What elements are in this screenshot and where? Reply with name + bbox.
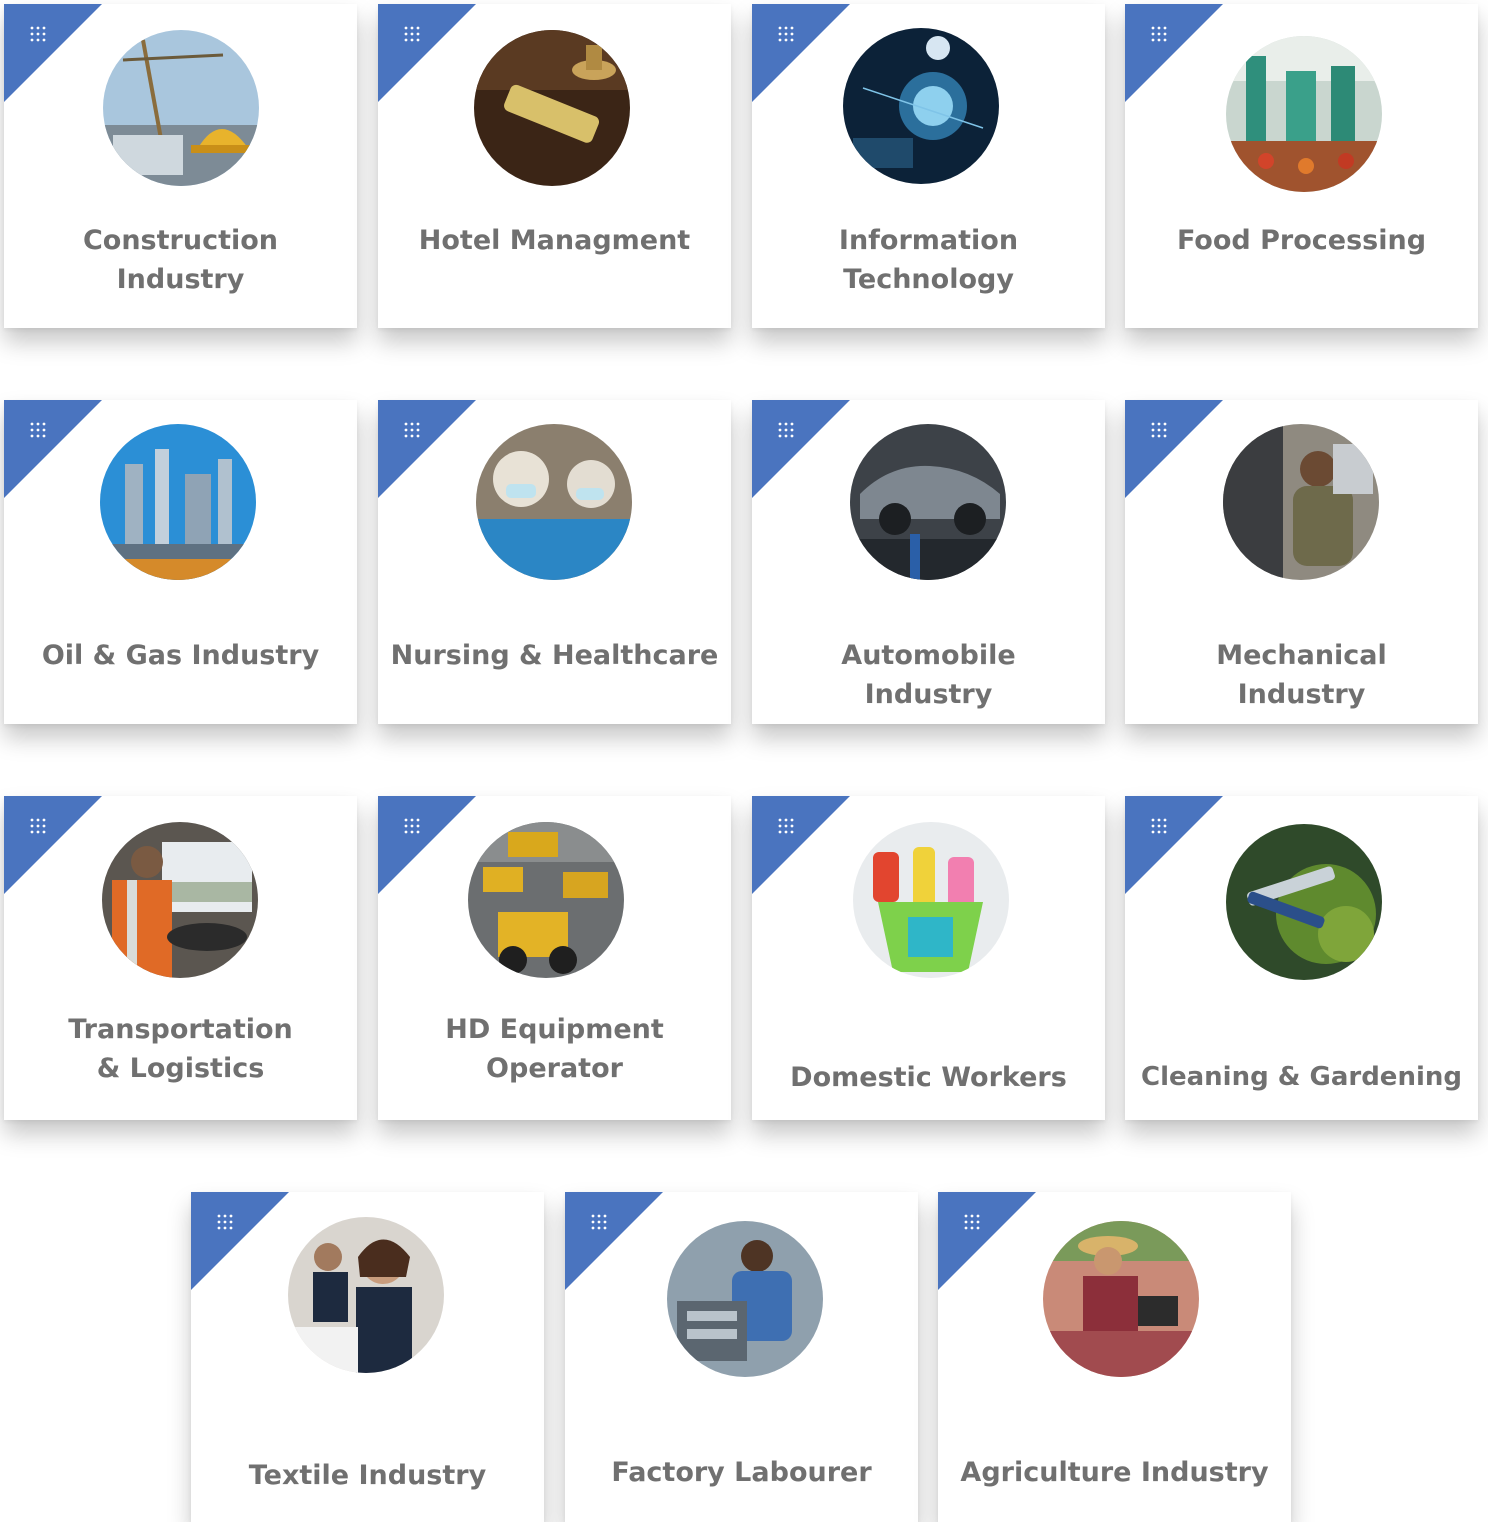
corner-ribbon xyxy=(565,1192,663,1290)
construction-photo xyxy=(102,30,259,186)
corner-ribbon xyxy=(191,1192,289,1290)
card-nursing-healthcare[interactable]: Nursing & Healthcare xyxy=(378,400,731,724)
grid-dots-icon xyxy=(404,818,420,834)
textile-photo xyxy=(287,1217,444,1373)
card-domestic-workers[interactable]: Domestic Workers xyxy=(752,796,1105,1120)
oil-gas-photo xyxy=(99,424,256,580)
corner-ribbon xyxy=(938,1192,1036,1290)
card-label: Domestic Workers xyxy=(790,1062,1067,1093)
card-oil-gas-industry[interactable]: Oil & Gas Industry xyxy=(4,400,357,724)
card-information-technology[interactable]: Information Technology xyxy=(752,4,1105,328)
card-label: Food Processing xyxy=(1176,225,1427,256)
it-photo xyxy=(842,28,999,184)
grid-dots-icon xyxy=(591,1214,607,1230)
card-label: Oil & Gas Industry xyxy=(41,640,320,671)
card-construction-industry[interactable]: Construction Industry xyxy=(4,4,357,328)
corner-ribbon xyxy=(378,796,476,894)
card-mechanical-industry[interactable]: Mechanical Industry xyxy=(1125,400,1478,724)
card-label: Transportation & Logistics xyxy=(68,1014,293,1084)
corner-ribbon xyxy=(752,796,850,894)
card-factory-labourer[interactable]: Factory Labourer xyxy=(565,1192,918,1522)
card-label: Textile Industry xyxy=(248,1460,487,1491)
grid-dots-icon xyxy=(778,818,794,834)
grid-dots-icon xyxy=(404,422,420,438)
card-label: Factory Labourer xyxy=(611,1457,872,1488)
card-label: Cleaning & Gardening xyxy=(1141,1062,1462,1092)
hd-equipment-photo xyxy=(467,822,624,978)
card-agriculture-industry[interactable]: Agriculture Industry xyxy=(938,1192,1291,1522)
hotel-photo xyxy=(473,30,630,186)
card-label: HD Equipment Operator xyxy=(445,1014,664,1084)
grid-dots-icon xyxy=(964,1214,980,1230)
grid-dots-icon xyxy=(1151,818,1167,834)
card-label: Automobile Industry xyxy=(841,640,1016,710)
agriculture-photo xyxy=(1042,1221,1199,1377)
gardening-photo xyxy=(1225,824,1382,980)
grid-dots-icon xyxy=(30,26,46,42)
mechanical-photo xyxy=(1222,424,1379,580)
card-label: Agriculture Industry xyxy=(960,1457,1269,1488)
nursing-photo xyxy=(475,424,632,580)
corner-ribbon xyxy=(1125,4,1223,102)
automobile-photo xyxy=(849,424,1006,580)
grid-dots-icon xyxy=(1151,422,1167,438)
card-automobile-industry[interactable]: Automobile Industry xyxy=(752,400,1105,724)
corner-ribbon xyxy=(1125,796,1223,894)
corner-ribbon xyxy=(752,4,850,102)
grid-dots-icon xyxy=(778,422,794,438)
card-cleaning-gardening[interactable]: Cleaning & Gardening xyxy=(1125,796,1478,1120)
grid-dots-icon xyxy=(778,26,794,42)
domestic-workers-photo xyxy=(852,822,1009,978)
corner-ribbon xyxy=(4,400,102,498)
card-label: Mechanical Industry xyxy=(1216,640,1387,710)
card-label: Information Technology xyxy=(838,225,1019,295)
card-hd-equipment-operator[interactable]: HD Equipment Operator xyxy=(378,796,731,1120)
grid-dots-icon xyxy=(1151,26,1167,42)
corner-ribbon xyxy=(1125,400,1223,498)
card-label: Nursing & Healthcare xyxy=(390,640,719,671)
corner-ribbon xyxy=(4,796,102,894)
card-label: Construction Industry xyxy=(82,225,279,295)
corner-ribbon xyxy=(752,400,850,498)
corner-ribbon xyxy=(4,4,102,102)
card-transportation-logistics[interactable]: Transportation & Logistics xyxy=(4,796,357,1120)
grid-dots-icon xyxy=(30,422,46,438)
card-label: Hotel Managment xyxy=(418,225,691,256)
corner-ribbon xyxy=(378,4,476,102)
corner-ribbon xyxy=(378,400,476,498)
card-food-processing[interactable]: Food Processing xyxy=(1125,4,1478,328)
card-textile-industry[interactable]: Textile Industry xyxy=(191,1192,544,1522)
transportation-photo xyxy=(101,822,258,978)
grid-dots-icon xyxy=(404,26,420,42)
food-processing-photo xyxy=(1225,36,1382,192)
factory-photo xyxy=(666,1221,823,1377)
grid-dots-icon xyxy=(217,1214,233,1230)
card-hotel-managment[interactable]: Hotel Managment xyxy=(378,4,731,328)
grid-dots-icon xyxy=(30,818,46,834)
